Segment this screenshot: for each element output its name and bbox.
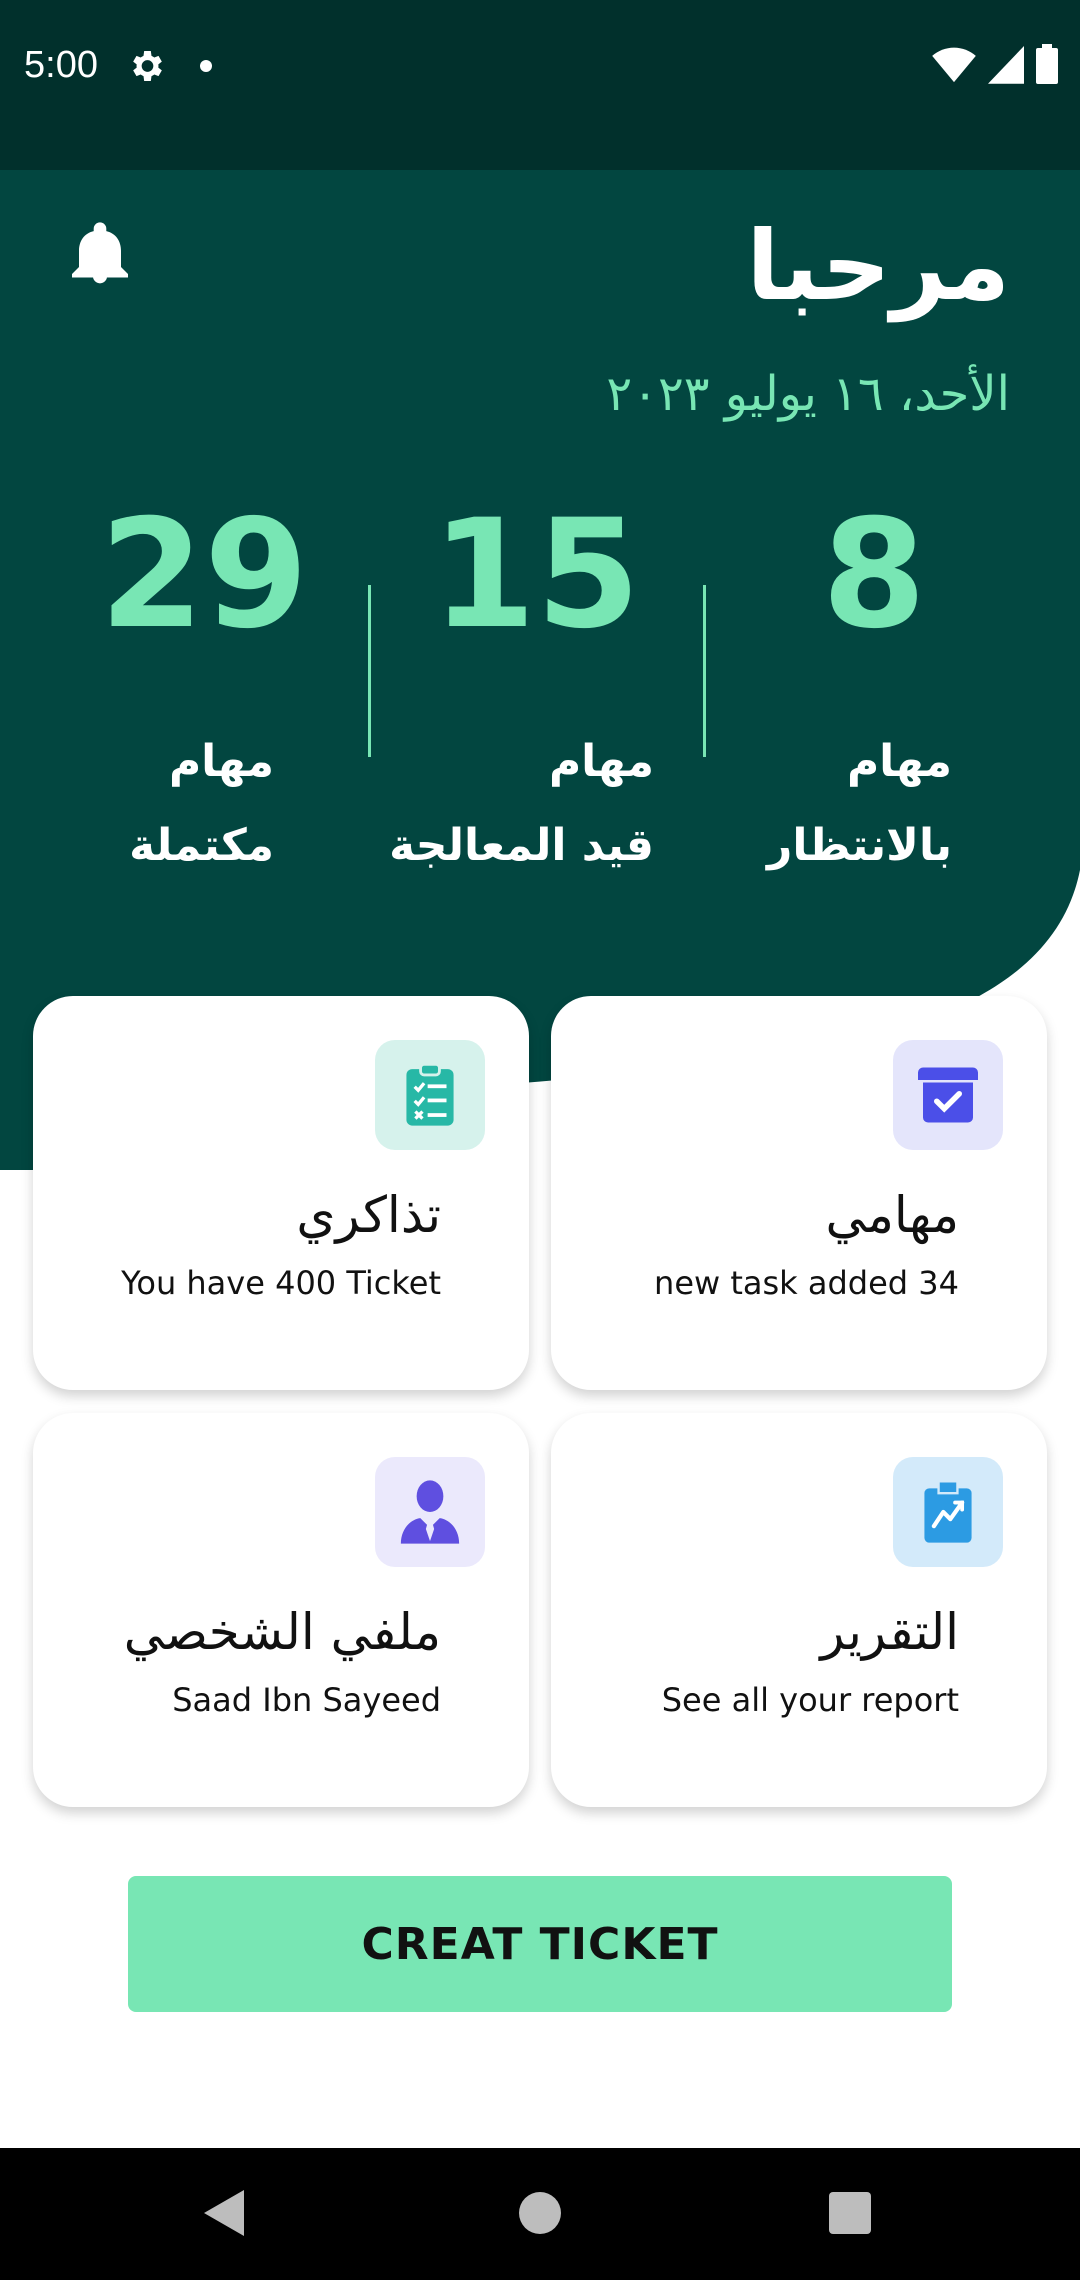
clipboard-checklist-icon [375, 1040, 485, 1150]
profile-card-subtitle: Saad Ibn Sayeed [172, 1681, 441, 1719]
tickets-card-title: تذاكري [296, 1186, 441, 1244]
status-time: 5:00 [24, 44, 98, 86]
tickets-card-subtitle: You have 400 Ticket [121, 1264, 441, 1302]
notification-bell-icon[interactable] [72, 222, 128, 284]
settings-gear-icon [133, 51, 162, 81]
stat-pending-value: 8 [821, 488, 927, 662]
stat-pending-label: مهام بالانتظار [766, 736, 952, 871]
report-card-title: التقرير [820, 1603, 959, 1661]
box-check-icon [893, 1040, 1003, 1150]
profile-card-title: ملفي الشخصي [123, 1603, 441, 1661]
tasks-card[interactable]: مهامي new task added 34 [551, 996, 1047, 1390]
report-card-subtitle: See all your report [661, 1681, 959, 1719]
greeting-title: مرحبا [746, 210, 1010, 322]
user-icon [375, 1457, 485, 1567]
status-bar: 5:00 [0, 0, 1080, 170]
date-label: الأحد، ١٦ يوليو ٢٠٢٣ [606, 366, 1010, 422]
create-ticket-button[interactable]: CREAT TICKET [128, 1876, 952, 2012]
tickets-card[interactable]: تذاكري You have 400 Ticket [33, 996, 529, 1390]
wifi-icon [932, 47, 976, 83]
tasks-card-subtitle: new task added 34 [654, 1264, 959, 1302]
stat-completed-value: 29 [99, 488, 309, 662]
stat-in-progress-value: 15 [431, 488, 641, 662]
nav-back-icon[interactable] [204, 2190, 244, 2236]
status-icons [932, 44, 1058, 84]
stat-divider [368, 585, 371, 757]
profile-card[interactable]: ملفي الشخصي Saad Ibn Sayeed [33, 1413, 529, 1807]
notification-dot-icon [200, 60, 212, 72]
report-card[interactable]: التقرير See all your report [551, 1413, 1047, 1807]
nav-recents-icon[interactable] [829, 2192, 871, 2234]
stat-in-progress-label: مهام قيد المعالجة [389, 736, 654, 871]
tasks-card-title: مهامي [825, 1186, 959, 1244]
report-chart-icon [893, 1457, 1003, 1567]
system-nav-bar [0, 2148, 1080, 2280]
cellular-signal-icon [988, 46, 1024, 84]
stat-divider [703, 585, 706, 757]
stat-completed-label: مهام مكتملة [129, 736, 274, 871]
battery-icon [1036, 44, 1058, 84]
nav-home-icon[interactable] [519, 2192, 561, 2234]
